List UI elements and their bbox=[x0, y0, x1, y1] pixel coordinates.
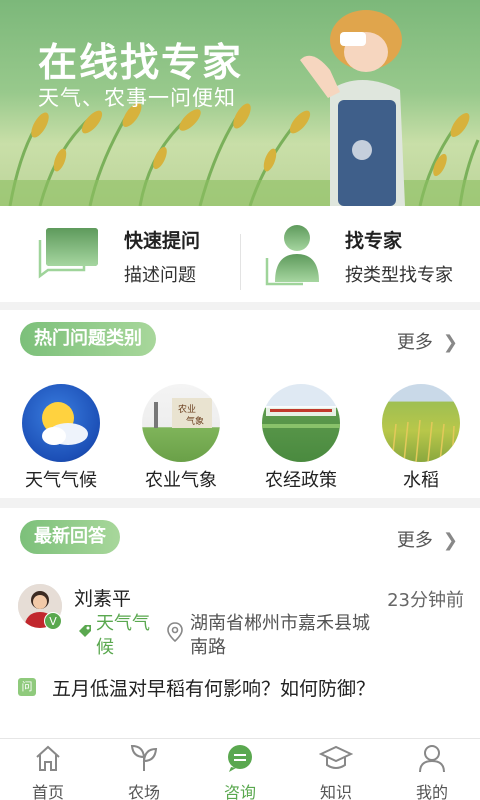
category-tag[interactable]: 天气气候 bbox=[96, 612, 162, 660]
more-link[interactable]: 更多 ❯ bbox=[397, 526, 458, 552]
tag-icon bbox=[79, 625, 91, 637]
section-title: 热门问题类别 bbox=[20, 322, 156, 356]
category-label: 农业气象 bbox=[145, 470, 217, 491]
nav-label: 咨询 bbox=[223, 783, 256, 800]
banner-subtitle: 天气、农事一问便知 bbox=[38, 86, 236, 110]
graduation-cap-icon bbox=[318, 745, 354, 769]
latest-answers-section: 最新回答 更多 ❯ V 刘素平 23分钟前 天气气候 湖南省郴州市嘉禾县城南路 问… bbox=[0, 508, 480, 738]
category-weather[interactable]: 天气气候 bbox=[16, 384, 106, 492]
bottom-nav: 首页 农场 咨询 知识 我的 bbox=[0, 738, 480, 800]
more-link[interactable]: 更多 ❯ bbox=[397, 328, 458, 354]
nav-farm[interactable]: 农场 bbox=[96, 743, 192, 800]
category-label: 水稻 bbox=[403, 470, 439, 491]
location-text: 湖南省郴州市嘉禾县城南路 bbox=[190, 613, 370, 658]
nav-home[interactable]: 首页 bbox=[0, 743, 96, 800]
answer-time: 23分钟前 bbox=[387, 590, 464, 611]
verified-badge: V bbox=[44, 612, 62, 630]
weather-icon bbox=[22, 384, 100, 462]
farmer-illustration bbox=[300, 10, 405, 206]
nav-knowledge[interactable]: 知识 bbox=[288, 743, 384, 800]
expert-person-icon bbox=[265, 225, 319, 286]
hero-banner[interactable]: 在线找专家 天气、农事一问便知 bbox=[0, 0, 480, 206]
banner-title: 在线找专家 bbox=[38, 41, 244, 86]
location-pin-icon bbox=[167, 622, 183, 642]
question-text[interactable]: 五月低温对早稻有何影响？如何防御？ bbox=[52, 674, 375, 701]
nav-label: 我的 bbox=[415, 783, 448, 800]
question-badge: 问 bbox=[18, 678, 36, 696]
find-expert-title: 找专家 bbox=[345, 230, 403, 252]
nav-label: 知识 bbox=[319, 783, 352, 800]
quick-actions: 快速提问 描述问题 找专家 按类型找专家 bbox=[0, 206, 480, 302]
agrometeorology-image: 农业 气象 bbox=[142, 384, 220, 462]
chevron-right-icon: ❯ bbox=[442, 332, 458, 353]
user-icon bbox=[419, 745, 445, 773]
chevron-right-icon: ❯ bbox=[442, 530, 458, 551]
svg-text:气象: 气象 bbox=[186, 415, 204, 427]
category-agrometeorology[interactable]: 农业 气象 农业气象 bbox=[136, 384, 226, 492]
section-title: 最新回答 bbox=[20, 520, 120, 554]
more-label: 更多 bbox=[396, 332, 433, 353]
quick-question-desc: 描述问题 bbox=[124, 265, 196, 286]
chat-icon bbox=[228, 745, 252, 772]
home-icon bbox=[36, 745, 60, 771]
category-label: 天气气候 bbox=[25, 470, 97, 491]
category-agri-policy[interactable]: 农经政策 bbox=[256, 384, 346, 492]
agri-policy-image bbox=[262, 384, 340, 462]
find-expert-button[interactable]: 找专家 按类型找专家 bbox=[241, 206, 480, 302]
svg-text:农业: 农业 bbox=[178, 403, 196, 415]
nav-label: 农场 bbox=[127, 783, 160, 800]
category-rice[interactable]: 水稻 bbox=[376, 384, 466, 492]
leaf-icon bbox=[130, 744, 158, 771]
chat-bubble-icon bbox=[38, 228, 98, 279]
expert-name[interactable]: 刘素平 bbox=[74, 584, 131, 611]
rice-field-image bbox=[382, 384, 460, 462]
quick-question-button[interactable]: 快速提问 描述问题 bbox=[0, 206, 240, 302]
hot-categories-section: 热门问题类别 更多 ❯ 天气气候 农业 气象 农业气象 农经政策 水稻 bbox=[0, 310, 480, 498]
find-expert-desc: 按类型找专家 bbox=[345, 265, 453, 286]
more-label: 更多 bbox=[396, 530, 433, 551]
category-label: 农经政策 bbox=[265, 470, 337, 491]
quick-question-title: 快速提问 bbox=[124, 230, 201, 252]
nav-profile[interactable]: 我的 bbox=[384, 743, 480, 800]
nav-consult[interactable]: 咨询 bbox=[192, 743, 288, 800]
nav-label: 首页 bbox=[31, 783, 64, 800]
